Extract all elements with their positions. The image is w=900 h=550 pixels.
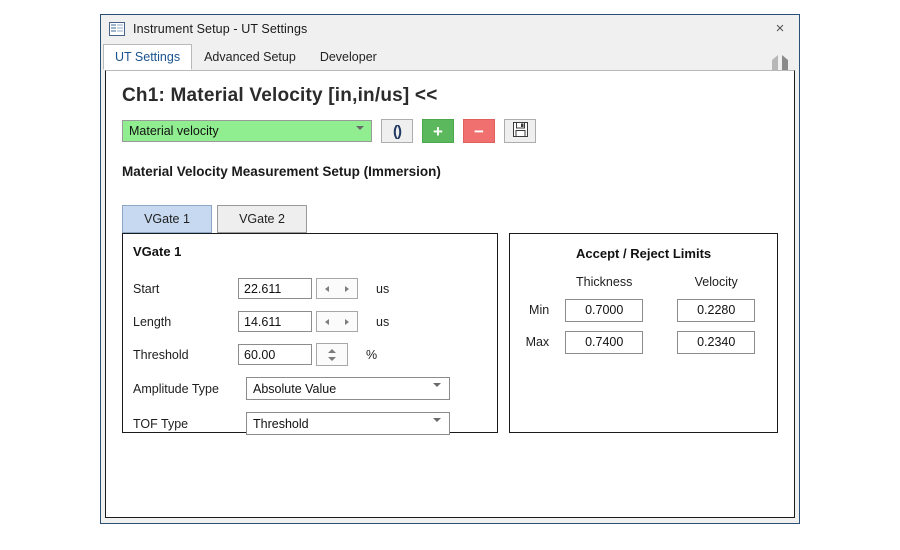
settings-panels: VGate 1 Start 22.611 us Length 14.611 us… [122, 233, 778, 436]
field-row-amplitude-type: Amplitude Type Absolute Value [133, 371, 497, 406]
velocity-max-input[interactable]: 0.2340 [677, 330, 756, 354]
start-label: Start [133, 281, 160, 296]
length-input[interactable]: 14.611 [238, 311, 312, 332]
settings-content: Ch1: Material Velocity [in,in/us] << Mat… [106, 71, 794, 436]
section-heading: Material Velocity Measurement Setup (Imm… [122, 164, 441, 179]
tab-scroll-controls [763, 55, 791, 76]
stepper-down-icon [328, 356, 336, 361]
thickness-column-header: Thickness [576, 275, 633, 289]
measurement-type-value: Material velocity [129, 124, 219, 138]
vgate-settings-panel: VGate 1 Start 22.611 us Length 14.611 us… [122, 233, 499, 436]
field-row-threshold: Threshold 60.00 % [133, 338, 497, 371]
instrument-setup-window: Instrument Setup - UT Settings × UT Sett… [100, 14, 800, 524]
tab-ut-settings[interactable]: UT Settings [103, 44, 193, 70]
threshold-input[interactable]: 60.00 [238, 344, 312, 365]
max-label: Max [525, 335, 550, 349]
amplitude-type-value: Absolute Value [253, 381, 337, 396]
add-button[interactable]: + [422, 119, 454, 143]
min-label: Min [529, 303, 550, 317]
limits-panel-title: Accept / Reject Limits [576, 246, 712, 261]
accept-reject-limits-panel: Accept / Reject Limits Thickness Velocit… [509, 233, 778, 433]
page-title: Ch1: Material Velocity [in,in/us] << [122, 85, 438, 106]
vgate-tab-bar: VGate 1 VGate 2 [122, 205, 778, 233]
tab-advanced-setup[interactable]: Advanced Setup [192, 44, 308, 70]
start-unit: us [376, 281, 390, 296]
floppy-disk-save-icon [512, 122, 528, 140]
field-row-start: Start 22.611 us [133, 272, 497, 305]
thickness-max-input[interactable]: 0.7400 [565, 330, 644, 354]
tab-scroll-right-icon[interactable] [782, 55, 791, 76]
save-button[interactable] [504, 119, 536, 143]
start-input[interactable]: 22.611 [238, 278, 312, 299]
chevron-down-icon [433, 418, 441, 436]
field-row-length: Length 14.611 us [133, 305, 497, 338]
stepper-left-icon [325, 318, 329, 325]
length-stepper[interactable] [316, 311, 358, 332]
vgate-tab-2[interactable]: VGate 2 [217, 205, 307, 233]
limits-row-max: Max 0.7400 0.2340 [510, 326, 777, 358]
amplitude-type-select[interactable]: Absolute Value [246, 377, 450, 401]
tof-type-label: TOF Type [133, 416, 189, 431]
measurement-type-select[interactable]: Material velocity [122, 120, 372, 144]
window-client-area: Ch1: Material Velocity [in,in/us] << Mat… [105, 70, 795, 518]
vgate-tab-1[interactable]: VGate 1 [122, 205, 212, 233]
start-stepper[interactable] [316, 278, 358, 299]
velocity-column-header: Velocity [694, 275, 738, 289]
tab-bar: UT Settings Advanced Setup Developer [101, 43, 799, 76]
stepper-right-icon [345, 318, 349, 325]
window-settings-icon [109, 22, 125, 36]
refresh-button[interactable]: () [381, 119, 413, 143]
close-icon[interactable]: × [771, 20, 789, 38]
limits-row-min: Min 0.7000 0.2280 [510, 294, 777, 326]
stepper-right-icon [345, 285, 349, 292]
amplitude-type-label: Amplitude Type [133, 381, 219, 396]
threshold-unit: % [366, 347, 378, 362]
measurement-toolbar: Material velocity () + − [122, 119, 778, 144]
vgate-panel-title: VGate 1 [133, 244, 182, 259]
remove-button[interactable]: − [463, 119, 495, 143]
velocity-min-input[interactable]: 0.2280 [677, 298, 756, 322]
chevron-down-icon [356, 126, 364, 144]
length-label: Length [133, 314, 172, 329]
length-unit: us [376, 314, 390, 329]
stepper-up-icon [328, 348, 336, 353]
chevron-down-icon [433, 383, 441, 401]
threshold-stepper[interactable] [316, 343, 348, 366]
window-titlebar: Instrument Setup - UT Settings × [101, 15, 799, 43]
limits-column-headers: Thickness Velocity [510, 275, 777, 289]
thickness-min-input[interactable]: 0.7000 [565, 298, 644, 322]
tof-type-select[interactable]: Threshold [246, 412, 450, 436]
threshold-label: Threshold [133, 347, 189, 362]
tof-type-value: Threshold [253, 416, 309, 431]
window-title: Instrument Setup - UT Settings [133, 22, 308, 36]
stepper-left-icon [325, 285, 329, 292]
tab-developer[interactable]: Developer [308, 44, 389, 70]
field-row-tof-type: TOF Type Threshold [133, 406, 497, 441]
tab-scroll-left-icon[interactable] [763, 55, 778, 76]
